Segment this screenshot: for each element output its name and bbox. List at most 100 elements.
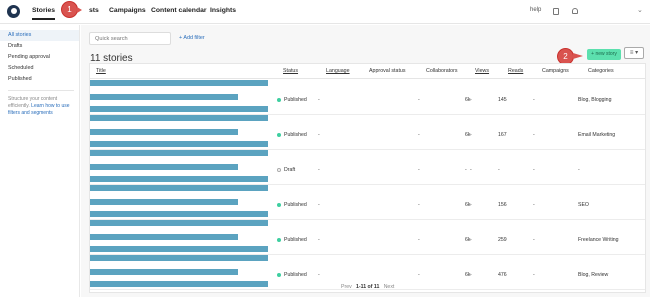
stories-table: Title Status Language Approval status Co…: [89, 63, 646, 293]
header-campaigns[interactable]: Campaigns: [542, 68, 569, 74]
help-link[interactable]: help: [530, 7, 541, 13]
story-title-bar: [90, 281, 268, 287]
reads-cell: 259: [498, 237, 507, 243]
status-cell: Published: [277, 272, 307, 278]
header-collaborators[interactable]: Collaborators: [426, 68, 458, 74]
approval-cell: -: [418, 272, 420, 278]
story-title-bar[interactable]: [90, 150, 268, 156]
reads-cell: 476: [498, 272, 507, 278]
language-cell: -: [318, 272, 320, 278]
story-title-bar: [90, 199, 238, 205]
story-title-bar: [90, 141, 268, 147]
table-row[interactable]: Published - - -6k 145- Blog, Blogging: [90, 80, 645, 115]
status-label: Published: [284, 237, 307, 243]
collaborators-cell: -: [470, 167, 472, 173]
story-title-bar[interactable]: [90, 80, 268, 86]
approval-cell: -: [418, 202, 420, 208]
header-views[interactable]: Views: [475, 68, 489, 74]
pager-range: 1-11 of 11: [356, 284, 380, 290]
sidebar-item-drafts[interactable]: Drafts: [0, 41, 79, 52]
status-cell: Published: [277, 237, 307, 243]
language-cell: -: [318, 237, 320, 243]
status-dot-icon: [277, 272, 281, 277]
story-title-bar: [90, 176, 268, 182]
views-cell: 6k: [465, 202, 471, 208]
categories-cell: Blog, Blogging: [578, 97, 612, 103]
story-title-bar[interactable]: [90, 220, 268, 226]
share-icon[interactable]: [553, 8, 559, 15]
status-label: Published: [284, 132, 307, 138]
header-status[interactable]: Status: [283, 68, 298, 74]
reads-cell: 156: [498, 202, 507, 208]
status-dot-icon: [277, 132, 281, 137]
story-title-bar: [90, 106, 268, 112]
pagination: Prev 1-11 of 11 Next: [341, 284, 394, 290]
language-cell: -: [318, 97, 320, 103]
story-title-bar[interactable]: [90, 185, 268, 191]
main-content: + Add filter 11 stories 2 + new story ≡ …: [81, 25, 650, 297]
approval-cell: -: [418, 167, 420, 173]
story-title-bar: [90, 164, 238, 170]
callout-badge-2: 2: [558, 49, 573, 64]
header-approval-status[interactable]: Approval status: [369, 68, 406, 74]
search-input[interactable]: [89, 32, 171, 45]
categories-cell: -: [578, 167, 580, 173]
tab-stories[interactable]: Stories: [32, 7, 56, 20]
status-dot-icon: [277, 167, 281, 172]
campaigns-cell: -: [533, 132, 535, 138]
story-title-bar: [90, 94, 238, 100]
header-reads[interactable]: Reads: [508, 68, 523, 74]
header-categories[interactable]: Categories: [588, 68, 614, 74]
callout-badge-1: 1: [62, 2, 77, 17]
language-cell: -: [318, 167, 320, 173]
header-title[interactable]: Title: [96, 68, 106, 74]
top-nav: Stories sts Campaigns Content calendar I…: [0, 0, 650, 24]
story-title-bar[interactable]: [90, 115, 268, 121]
campaigns-cell: -: [533, 167, 535, 173]
sidebar-item-all-stories[interactable]: All stories: [0, 30, 79, 41]
story-title-bar[interactable]: [90, 255, 268, 261]
categories-cell: Freelance Writing: [578, 237, 619, 243]
campaigns-cell: -: [533, 272, 535, 278]
status-dot-icon: [277, 202, 281, 207]
campaigns-cell: -: [533, 202, 535, 208]
tab-campaigns[interactable]: Campaigns: [109, 7, 146, 14]
story-title-bar: [90, 234, 238, 240]
add-filter-button[interactable]: + Add filter: [179, 35, 205, 41]
pager-next[interactable]: Next: [384, 284, 395, 290]
story-title-bar: [90, 246, 268, 252]
new-story-button[interactable]: + new story: [587, 49, 621, 60]
approval-cell: -: [418, 97, 420, 103]
language-cell: -: [318, 202, 320, 208]
language-cell: -: [318, 132, 320, 138]
header-language[interactable]: Language: [326, 68, 350, 74]
status-cell: Published: [277, 97, 307, 103]
categories-cell: SEO: [578, 202, 589, 208]
status-label: Published: [284, 202, 307, 208]
table-row[interactable]: Draft - - - - - - -: [90, 150, 645, 185]
reads-cell: -: [498, 167, 500, 173]
tab-insights[interactable]: Insights: [210, 7, 236, 14]
status-cell: Published: [277, 202, 307, 208]
status-dot-icon: [277, 237, 281, 242]
status-label: Draft: [284, 167, 296, 173]
chevron-down-icon[interactable]: ⌄: [637, 6, 643, 14]
sidebar-item-scheduled[interactable]: Scheduled: [0, 63, 79, 74]
sidebar-item-pending-approval[interactable]: Pending approval: [0, 52, 79, 63]
view-options-button[interactable]: ≡ ▾: [624, 47, 644, 59]
reads-cell: 167: [498, 132, 507, 138]
table-row[interactable]: Published - - -6k 259- Freelance Writing: [90, 220, 645, 255]
callout-arrow-2: [573, 53, 583, 59]
status-dot-icon: [277, 97, 281, 102]
pager-prev[interactable]: Prev: [341, 284, 352, 290]
bell-icon[interactable]: [572, 8, 578, 14]
sidebar-divider: [8, 90, 74, 91]
status-label: Published: [284, 97, 307, 103]
sidebar-item-published[interactable]: Published: [0, 74, 79, 85]
tab-lists[interactable]: sts: [89, 7, 99, 14]
table-row[interactable]: Published - - -6k 167- Email Marketing: [90, 115, 645, 150]
tab-content-calendar[interactable]: Content calendar: [151, 7, 207, 14]
app-logo-icon[interactable]: [7, 5, 20, 18]
table-row[interactable]: Published - - -6k 156- SEO: [90, 185, 645, 220]
campaigns-cell: -: [533, 237, 535, 243]
